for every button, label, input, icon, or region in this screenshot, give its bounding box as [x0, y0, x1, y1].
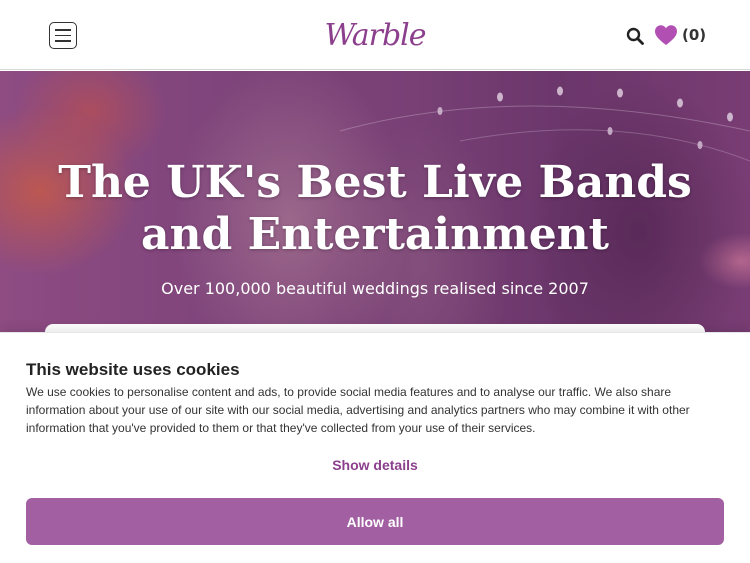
heart-icon: [655, 25, 677, 45]
wishlist-count: (0): [682, 26, 707, 44]
hero-title: The UK's Best Live Bands and Entertainme…: [58, 157, 692, 260]
cookie-description: We use cookies to personalise content an…: [26, 385, 690, 435]
allow-all-button[interactable]: Allow all: [26, 498, 724, 545]
menu-icon-bar: [55, 29, 71, 31]
show-details-link[interactable]: Show details: [0, 457, 750, 473]
cookie-title: This website uses cookies: [26, 360, 240, 379]
hero-banner: The UK's Best Live Bands and Entertainme…: [0, 71, 750, 351]
search-icon[interactable]: [626, 27, 644, 45]
logo-link[interactable]: Warble: [324, 8, 427, 62]
hero-subtitle: Over 100,000 beautiful weddings realised…: [161, 279, 589, 298]
menu-button[interactable]: [49, 22, 77, 49]
menu-icon-bar: [55, 34, 71, 37]
wishlist-link[interactable]: (0): [654, 23, 706, 47]
site-header: Warble (0): [0, 0, 750, 70]
cookie-consent-banner: This website uses cookies We use cookies…: [0, 332, 750, 563]
logo: Warble: [324, 17, 427, 53]
menu-icon-bar: [55, 40, 71, 42]
